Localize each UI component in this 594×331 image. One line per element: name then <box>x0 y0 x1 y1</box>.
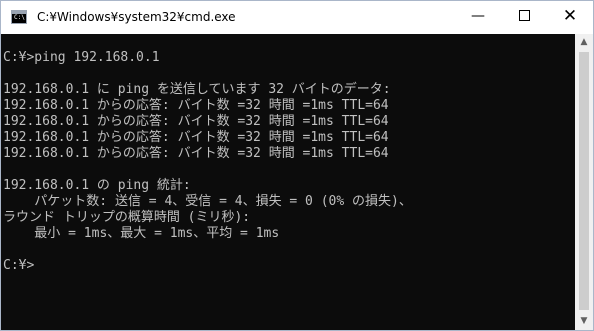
app-icon-label: C:\ <box>14 14 25 21</box>
close-icon: ✕ <box>562 6 578 26</box>
console-prompt: C:¥> <box>3 258 35 273</box>
console-output[interactable]: C:¥>ping 192.168.0.1 192.168.0.1 に ping … <box>1 34 575 330</box>
window-title: C:¥Windows¥system32¥cmd.exe <box>37 10 236 24</box>
maximize-icon <box>518 9 530 21</box>
scroll-thumb[interactable] <box>579 52 589 310</box>
console-line: 192.168.0.1 からの応答: バイト数 =32 時間 =1ms TTL=… <box>3 146 389 161</box>
console-line: C:¥>ping 192.168.0.1 <box>3 50 160 65</box>
close-button[interactable]: ✕ <box>547 1 593 34</box>
cmd-app-icon[interactable]: C:\ <box>11 10 27 24</box>
cmd-window: C:\ C:¥Windows¥system32¥cmd.exe — ✕ C:¥>… <box>0 0 594 331</box>
console-line: ラウンド トリップの概算時間 (ミリ秒): <box>3 210 251 225</box>
console-line: パケット数: 送信 = 4、受信 = 4、損失 = 0 (0% の損失)、 <box>3 194 412 209</box>
console-line: 192.168.0.1 からの応答: バイト数 =32 時間 =1ms TTL=… <box>3 114 389 129</box>
scroll-up-icon[interactable]: ▲ <box>575 34 593 51</box>
console-line: 192.168.0.1 に ping を送信しています 32 バイトのデータ: <box>3 82 391 97</box>
minimize-icon: — <box>471 8 485 24</box>
console-line: 192.168.0.1 からの応答: バイト数 =32 時間 =1ms TTL=… <box>3 130 389 145</box>
console-line: 最小 = 1ms、最大 = 1ms、平均 = 1ms <box>3 226 280 241</box>
vertical-scrollbar[interactable]: ▲ ▼ <box>575 34 593 330</box>
title-bar[interactable]: C:\ C:¥Windows¥system32¥cmd.exe — ✕ <box>1 1 593 34</box>
scroll-down-icon[interactable]: ▼ <box>575 313 593 330</box>
console-line: 192.168.0.1 からの応答: バイト数 =32 時間 =1ms TTL=… <box>3 98 389 113</box>
maximize-button[interactable] <box>501 1 547 34</box>
console-line: 192.168.0.1 の ping 統計: <box>3 178 191 193</box>
minimize-button[interactable]: — <box>455 1 501 34</box>
